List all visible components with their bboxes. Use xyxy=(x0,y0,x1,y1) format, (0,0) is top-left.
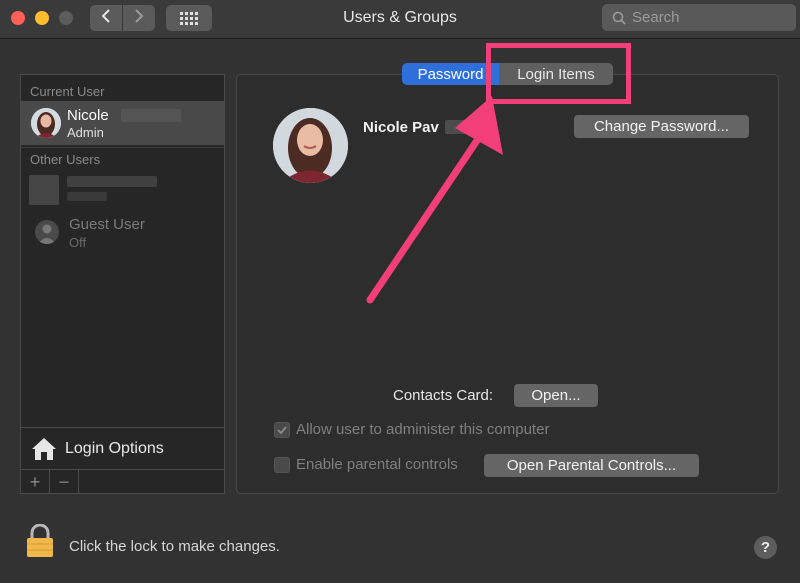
parental-controls-checkbox[interactable] xyxy=(274,456,290,473)
avatar xyxy=(31,108,61,138)
guest-user-icon xyxy=(35,220,59,244)
lock-icon[interactable] xyxy=(26,523,54,563)
tab-password[interactable]: Password xyxy=(402,63,499,85)
back-button[interactable] xyxy=(90,5,122,31)
house-icon xyxy=(31,437,57,461)
sidebar-item-current-user[interactable]: Nicole Admin xyxy=(21,101,224,145)
forward-button[interactable] xyxy=(123,5,155,31)
login-options-item[interactable]: Login Options xyxy=(21,427,224,470)
user-full-name: Nicole Pav xyxy=(363,119,439,136)
allow-admin-checkbox[interactable] xyxy=(274,421,290,438)
title-bar: Users & Groups Search xyxy=(0,0,800,39)
parental-controls-row: Enable parental controls xyxy=(274,456,458,473)
grid-icon xyxy=(180,11,198,25)
change-password-button[interactable]: Change Password... xyxy=(574,115,749,138)
remove-user-button[interactable]: − xyxy=(50,470,79,494)
allow-admin-label: Allow user to administer this computer xyxy=(296,421,550,438)
redacted-surname xyxy=(121,109,181,122)
user-avatar[interactable] xyxy=(273,108,348,183)
current-user-header: Current User xyxy=(30,84,105,99)
add-user-button[interactable]: + xyxy=(21,470,50,494)
allow-admin-row: Allow user to administer this computer xyxy=(274,421,549,438)
checkmark-icon xyxy=(277,425,287,434)
sidebar-item-other-user[interactable] xyxy=(21,171,224,211)
guest-user-name[interactable]: Guest User xyxy=(69,216,145,233)
annotation-highlight-box xyxy=(486,43,631,104)
login-options-label: Login Options xyxy=(65,440,164,457)
contacts-card-label: Contacts Card: xyxy=(393,387,494,404)
parental-controls-label: Enable parental controls xyxy=(296,456,458,473)
window-title: Users & Groups xyxy=(343,9,457,26)
search-placeholder: Search xyxy=(632,9,680,26)
sidebar-bottom-bar: + − xyxy=(21,469,224,494)
lock-message: Click the lock to make changes. xyxy=(69,538,280,555)
search-icon xyxy=(612,11,626,25)
zoom-button[interactable] xyxy=(59,11,73,25)
current-user-role: Admin xyxy=(67,125,104,140)
show-all-button[interactable] xyxy=(166,5,212,31)
current-user-name: Nicole xyxy=(67,107,109,124)
redacted-name xyxy=(67,176,157,187)
open-parental-controls-button[interactable]: Open Parental Controls... xyxy=(484,454,699,477)
redacted-full-name xyxy=(445,120,490,134)
other-users-header: Other Users xyxy=(30,152,101,167)
redacted-role xyxy=(67,192,107,201)
open-contacts-button[interactable]: Open... xyxy=(514,384,598,407)
divider xyxy=(21,147,224,148)
minimize-button[interactable] xyxy=(35,11,49,25)
users-sidebar: Current User Nicole Admin Other Users Gu… xyxy=(20,74,225,494)
help-button[interactable]: ? xyxy=(754,536,777,559)
guest-user-status: Off xyxy=(69,235,87,250)
search-field[interactable]: Search xyxy=(602,4,796,31)
chevron-left-icon xyxy=(101,8,111,28)
chevron-right-icon xyxy=(134,8,144,28)
close-button[interactable] xyxy=(11,11,25,25)
redacted-avatar xyxy=(29,175,59,205)
